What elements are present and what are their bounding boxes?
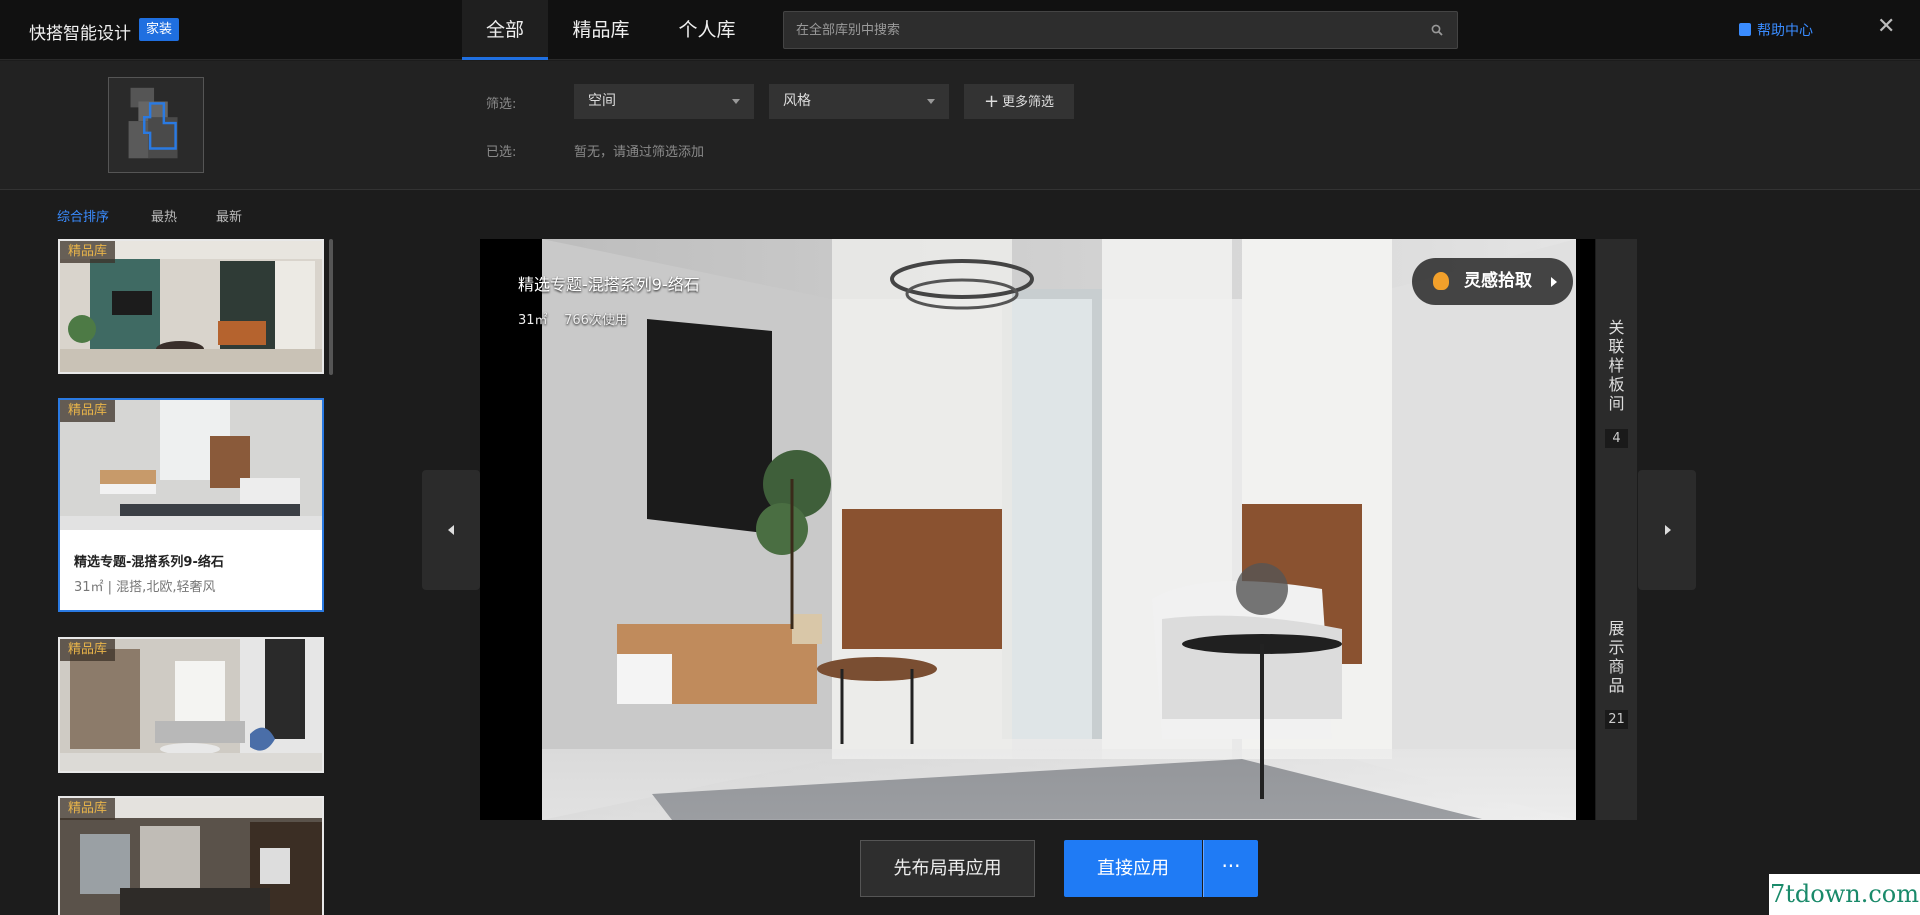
more-filters-button[interactable]: + 更多筛选 — [964, 84, 1074, 119]
premium-tag: 精品库 — [60, 639, 116, 661]
inspiration-button[interactable]: 灵感拾取 — [1412, 258, 1573, 305]
app-title: 快搭智能设计 — [29, 24, 131, 44]
list-item[interactable]: 精品库 — [58, 637, 324, 773]
space-dropdown-value: 空间 — [588, 93, 616, 109]
layout-first-button[interactable]: 先布局再应用 — [860, 840, 1035, 897]
previous-button[interactable] — [422, 470, 480, 590]
play-arrow-icon — [1551, 277, 1557, 287]
selected-label: 已选: — [486, 145, 517, 160]
sort-hottest[interactable]: 最热 — [151, 206, 177, 225]
app-badge: 家装 — [139, 18, 180, 41]
list-item[interactable]: 精品库 精选专题-混搭系列9-络石 31㎡ | 混搭,北欧,轻奢风 — [58, 398, 324, 612]
preview-uses: 766次使用 — [564, 313, 628, 328]
chevron-left-icon — [448, 525, 454, 535]
chevron-down-icon — [927, 99, 935, 104]
tab-all[interactable]: 全部 — [462, 0, 548, 60]
card-meta: 31㎡ | 混搭,北欧,轻奢风 — [74, 580, 216, 595]
chevron-right-icon — [1665, 525, 1671, 535]
book-icon — [1739, 23, 1751, 36]
more-options-button[interactable]: ··· — [1203, 840, 1258, 897]
related-rooms-tab[interactable]: 关联样板间 — [1596, 318, 1637, 413]
close-icon[interactable]: ✕ — [1877, 14, 1895, 39]
plus-icon: + — [983, 91, 1000, 112]
room-preview[interactable]: 精选专题-混搭系列9-络石 31㎡ 766次使用 灵感拾取 — [480, 239, 1595, 820]
inspiration-label: 灵感拾取 — [1464, 271, 1532, 291]
sort-default[interactable]: 综合排序 — [57, 206, 109, 225]
floorplan-thumbnail[interactable] — [108, 77, 204, 173]
list-scrollbar[interactable] — [329, 239, 333, 375]
preview-meta: 31㎡ 766次使用 — [518, 309, 628, 328]
lightbulb-icon — [1433, 272, 1449, 290]
premium-tag: 精品库 — [60, 241, 116, 263]
preview-title: 精选专题-混搭系列9-络石 — [518, 275, 700, 294]
card-title: 精选专题-混搭系列9-络石 — [74, 555, 224, 570]
help-label: 帮助中心 — [1757, 23, 1813, 39]
top-bar: 快搭智能设计 家装 全部 精品库 个人库 帮助中心 ✕ — [0, 0, 1920, 60]
products-count-badge: 21 — [1605, 710, 1628, 729]
selected-hint: 暂无，请通过筛选添加 — [574, 145, 705, 160]
apply-button[interactable]: 直接应用 — [1064, 840, 1202, 897]
next-button[interactable] — [1638, 470, 1696, 590]
showcase-products-tab[interactable]: 展示商品 — [1596, 619, 1637, 695]
search-input[interactable] — [796, 12, 1416, 48]
filter-label: 筛选: — [486, 97, 517, 112]
side-panel: 关联样板间 4 展示商品 21 — [1596, 239, 1637, 820]
tab-premium[interactable]: 精品库 — [560, 0, 642, 60]
tab-personal[interactable]: 个人库 — [666, 0, 748, 60]
filter-area: 筛选: 空间 风格 + 更多筛选 已选: 暂无，请通过筛选添加 — [0, 61, 1920, 190]
more-filters-label: 更多筛选 — [1002, 95, 1055, 110]
related-count-badge: 4 — [1605, 429, 1628, 448]
premium-tag: 精品库 — [60, 798, 116, 820]
search-icon[interactable] — [1431, 24, 1443, 36]
search-box — [783, 11, 1458, 49]
help-center-link[interactable]: 帮助中心 — [1739, 20, 1813, 40]
space-dropdown[interactable]: 空间 — [574, 84, 754, 119]
style-dropdown[interactable]: 风格 — [769, 84, 949, 119]
watermark: 7tdown.com — [1769, 874, 1920, 915]
list-item[interactable]: 精品库 — [58, 796, 324, 915]
style-dropdown-value: 风格 — [783, 93, 811, 109]
premium-tag: 精品库 — [60, 400, 116, 422]
list-item[interactable]: 精品库 — [58, 239, 324, 374]
sort-newest[interactable]: 最新 — [216, 206, 242, 225]
chevron-down-icon — [732, 99, 740, 104]
room-render-image — [542, 239, 1576, 820]
preview-area: 31㎡ — [518, 313, 548, 328]
